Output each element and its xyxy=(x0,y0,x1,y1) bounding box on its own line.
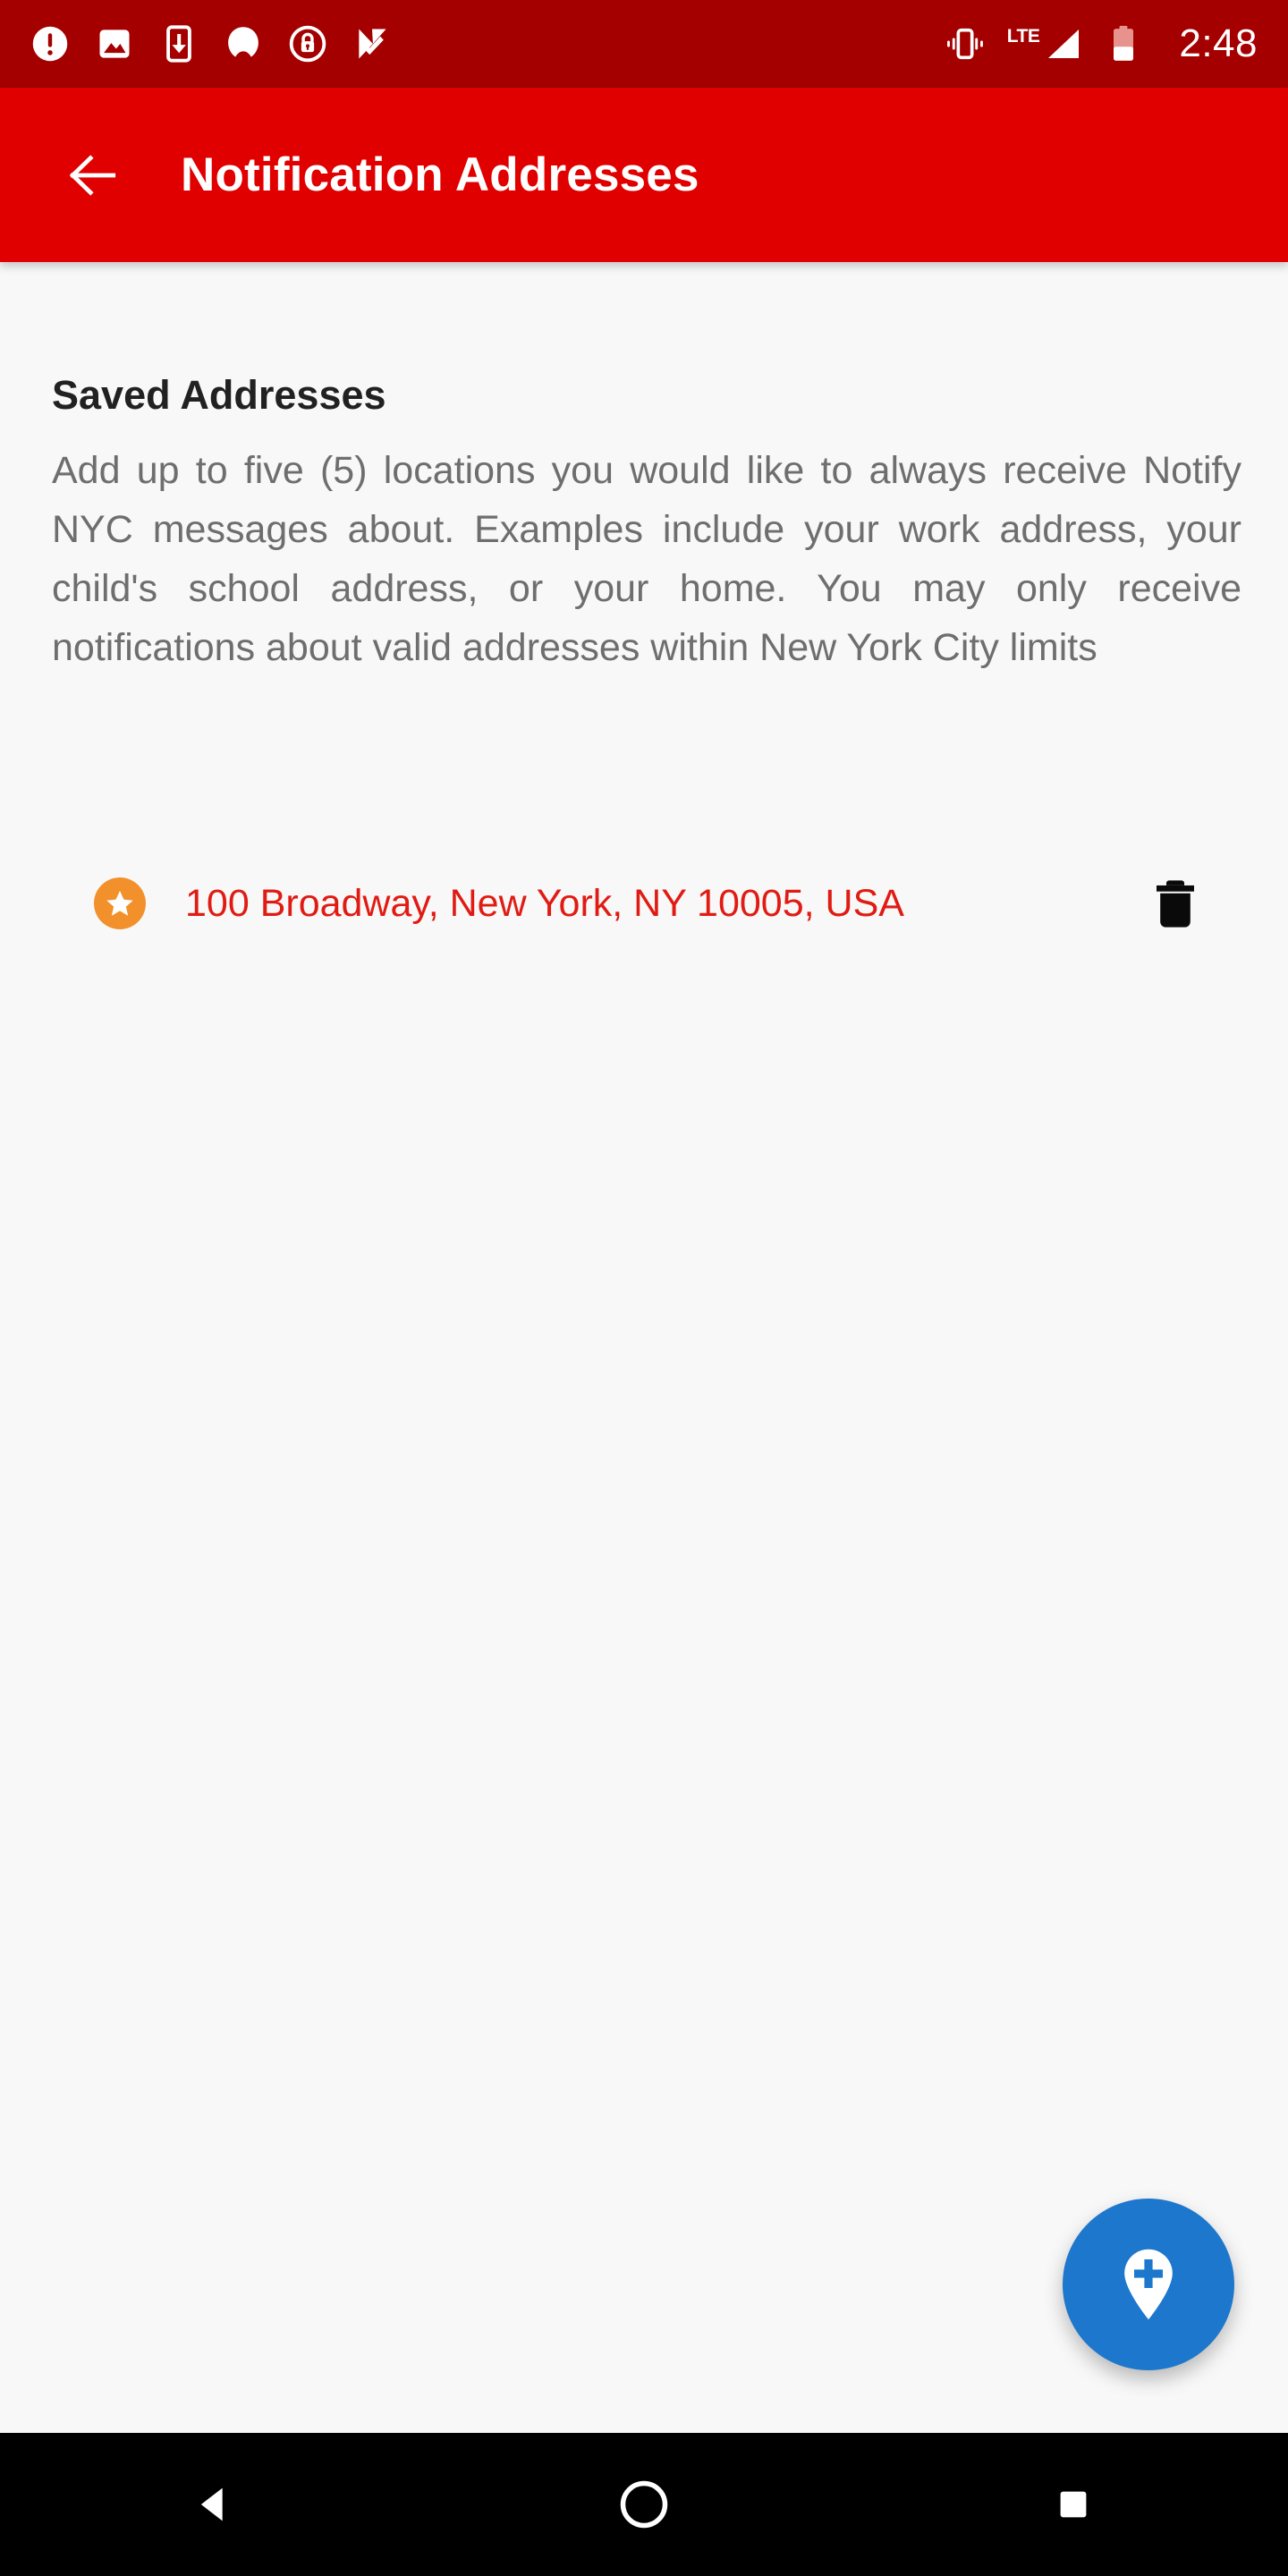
mask-blob-icon xyxy=(224,24,263,64)
status-bar: LTE 2:48 xyxy=(0,0,1288,88)
signal-cellular-icon: LTE xyxy=(1007,22,1085,65)
section-description: Add up to five (5) locations you would l… xyxy=(52,449,1241,669)
circle-home-icon xyxy=(620,2480,668,2529)
check-chevron-icon xyxy=(352,24,392,64)
page-title: Notification Addresses xyxy=(181,148,699,201)
favorite-star-icon[interactable] xyxy=(94,877,146,929)
photo-image-icon xyxy=(95,24,134,64)
vibrate-icon xyxy=(945,23,986,64)
status-bar-left-icons xyxy=(30,24,392,64)
back-button[interactable] xyxy=(43,125,143,225)
status-bar-clock: 2:48 xyxy=(1179,21,1258,65)
alert-circle-icon xyxy=(30,24,70,64)
nav-home-button[interactable] xyxy=(572,2433,716,2576)
address-list-item[interactable]: 100 Broadway, New York, NY 10005, USA xyxy=(0,863,1288,944)
main-content: Saved Addresses Add up to five (5) locat… xyxy=(0,262,1288,2433)
nav-recents-button[interactable] xyxy=(1002,2433,1145,2576)
delete-address-button[interactable] xyxy=(1148,871,1203,936)
arrow-left-icon xyxy=(69,154,116,196)
square-recents-icon xyxy=(1060,2491,1087,2518)
app-bar: Notification Addresses xyxy=(0,88,1288,262)
add-address-button[interactable] xyxy=(1063,2199,1234,2370)
section-heading: Saved Addresses xyxy=(52,372,386,418)
triangle-back-icon xyxy=(200,2487,223,2521)
nav-back-button[interactable] xyxy=(143,2433,286,2576)
phone-download-icon xyxy=(159,24,199,64)
saved-address-list: 100 Broadway, New York, NY 10005, USA xyxy=(0,863,1288,944)
map-pin-plus-icon xyxy=(1124,2249,1173,2320)
battery-low-icon xyxy=(1106,24,1141,64)
android-navigation-bar xyxy=(0,2433,1288,2576)
trash-icon xyxy=(1157,880,1194,928)
status-bar-right-icons: LTE 2:48 xyxy=(945,22,1258,65)
address-text: 100 Broadway, New York, NY 10005, USA xyxy=(185,881,904,925)
network-type-label: LTE xyxy=(1006,26,1040,47)
lock-circle-icon xyxy=(288,24,327,64)
